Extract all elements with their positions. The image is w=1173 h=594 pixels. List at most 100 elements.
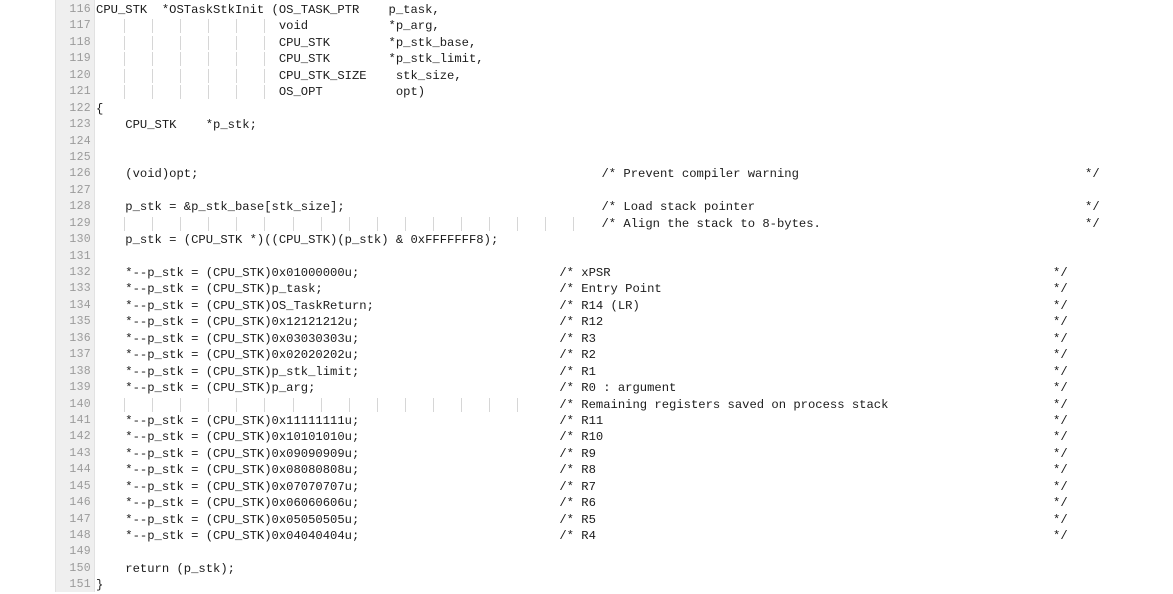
code-comment-terminator: */ <box>1085 167 1100 182</box>
code-comment: /* Remaining registers saved on process … <box>559 397 889 412</box>
indent-guide-tick <box>320 397 322 412</box>
code-line[interactable]: p_stk = (CPU_STK *)((CPU_STK)(p_stk) & 0… <box>96 232 1173 248</box>
code-comment: /* R5 <box>559 512 596 527</box>
code-comment: /* R2 <box>559 348 596 363</box>
code-line[interactable]: *--p_stk = (CPU_STK)p_task; /* Entry Poin… <box>96 281 1173 297</box>
code-comment: /* Align the stack to 8-bytes. <box>601 216 821 231</box>
code-text: *--p_stk = (CPU_STK)0x04040404u; <box>96 529 360 543</box>
indent-guide-tick <box>236 216 238 231</box>
line-number: 138 <box>69 364 91 378</box>
indent-guide-tick <box>489 397 491 412</box>
code-comment: /* R4 <box>559 529 596 543</box>
code-line[interactable]: *--p_stk = (CPU_STK)0x08080808u; /* R8 */ <box>96 462 1173 478</box>
code-line[interactable]: *--p_stk = (CPU_STK)0x12121212u; /* R12 */ <box>96 314 1173 330</box>
code-line[interactable]: p_stk = &p_stk_base[stk_size]; /* Load st… <box>96 199 1173 215</box>
code-text: *--p_stk = (CPU_STK)p_task; <box>96 282 323 297</box>
line-number: 150 <box>69 561 91 575</box>
code-text: CPU_STK *p_stk_base, <box>96 35 477 50</box>
code-comment: /* xPSR <box>559 266 611 280</box>
code-comment-terminator: */ <box>1053 331 1068 346</box>
code-line[interactable]: { <box>96 101 1173 117</box>
line-number: 148 <box>69 529 91 542</box>
code-text: *--p_stk = (CPU_STK)OS_TaskReturn; <box>96 298 374 313</box>
code-line[interactable]: *--p_stk = (CPU_STK)0x10101010u; /* R10 */ <box>96 429 1173 445</box>
code-line[interactable]: *--p_stk = (CPU_STK)0x04040404u; /* R4 */ <box>96 528 1173 544</box>
code-line[interactable]: CPU_STK *p_stk; <box>96 117 1173 133</box>
line-number: 147 <box>69 512 91 526</box>
code-comment: /* R0 : argument <box>559 381 677 396</box>
code-line[interactable]: *--p_stk = (CPU_STK)p_arg; /* R0 : argume… <box>96 380 1173 396</box>
code-line[interactable]: } <box>96 577 1173 593</box>
line-number: 133 <box>69 282 91 296</box>
code-editor[interactable]: 116 117 118 119 120 121 122 123 124 125 126 127 128 1… <box>0 0 1173 592</box>
code-comment-terminator: */ <box>1085 216 1100 231</box>
indent-guide-tick <box>180 397 182 412</box>
code-line[interactable]: (void)opt; /* Prevent compiler warning */ <box>96 166 1173 182</box>
code-line[interactable]: *--p_stk = (CPU_STK)0x06060606u; /* R6 */ <box>96 495 1173 511</box>
code-line[interactable]: *--p_stk = (CPU_STK)OS_TaskReturn; /* R14… <box>96 298 1173 314</box>
code-line[interactable]: *--p_stk = (CPU_STK)0x02020202u; /* R2 */ <box>96 347 1173 363</box>
code-line[interactable]: OS_OPT opt) <box>96 84 1173 100</box>
code-line[interactable]: *--p_stk = (CPU_STK)0x03030303u; /* R3 */ <box>96 331 1173 347</box>
code-comment: /* R8 <box>559 463 596 478</box>
indent-guide-tick <box>517 397 519 412</box>
line-number: 130 <box>69 233 91 247</box>
line-number: 146 <box>69 496 91 510</box>
code-text: (void)opt; <box>96 167 199 182</box>
line-number: 128 <box>69 200 91 214</box>
line-number: 134 <box>69 298 91 312</box>
code-text: { <box>96 101 104 116</box>
code-content-area[interactable]: CPU_STK *OSTaskStkInit (OS_TASK_PTR p_ta… <box>96 2 1173 592</box>
indent-guide-tick <box>348 397 350 412</box>
code-line[interactable]: *--p_stk = (CPU_STK)0x09090909u; /* R9 */ <box>96 446 1173 462</box>
line-number: 142 <box>69 430 91 444</box>
line-number: 121 <box>69 85 91 99</box>
code-line[interactable]: *--p_stk = (CPU_STK)p_stk_limit; /* R1 */ <box>96 364 1173 380</box>
code-comment: /* R12 <box>559 315 604 330</box>
line-number: 136 <box>69 331 91 345</box>
code-line[interactable]: /* Align the stack to 8-bytes. */ <box>96 216 1173 232</box>
code-comment-terminator: */ <box>1085 200 1100 215</box>
code-line[interactable] <box>96 134 1173 150</box>
code-comment-terminator: */ <box>1053 463 1068 478</box>
line-number: 126 <box>69 167 91 181</box>
code-text: OS_OPT opt) <box>96 85 426 100</box>
code-line[interactable] <box>96 544 1173 560</box>
code-comment-terminator: */ <box>1053 446 1068 461</box>
code-text: return (p_stk); <box>96 561 235 576</box>
code-text: p_stk = (CPU_STK *)((CPU_STK)(p_stk) & 0… <box>96 233 499 248</box>
code-text: CPU_STK *p_stk; <box>96 118 257 133</box>
code-line[interactable]: void *p_arg, <box>96 18 1173 34</box>
code-line[interactable]: *--p_stk = (CPU_STK)0x05050505u; /* R5 */ <box>96 512 1173 528</box>
code-line[interactable]: CPU_STK_SIZE stk_size, <box>96 68 1173 84</box>
code-comment-terminator: */ <box>1053 348 1068 363</box>
code-text: *--p_stk = (CPU_STK)0x09090909u; <box>96 446 360 461</box>
code-line[interactable] <box>96 183 1173 199</box>
code-comment: /* R10 <box>559 430 604 445</box>
indent-guide-tick <box>180 216 182 231</box>
code-line[interactable]: *--p_stk = (CPU_STK)0x01000000u; /* xPSR *… <box>96 265 1173 281</box>
code-line[interactable]: CPU_STK *OSTaskStkInit (OS_TASK_PTR p_ta… <box>96 2 1173 18</box>
line-number-gutter: 116 117 118 119 120 121 122 123 124 125 126 127 128 1… <box>55 0 95 592</box>
line-number: 124 <box>69 134 91 148</box>
code-line[interactable] <box>96 150 1173 166</box>
code-line[interactable] <box>96 249 1173 265</box>
code-line[interactable]: return (p_stk); <box>96 561 1173 577</box>
code-comment: /* R7 <box>559 479 596 494</box>
code-line[interactable]: CPU_STK *p_stk_limit, <box>96 51 1173 67</box>
code-line[interactable]: *--p_stk = (CPU_STK)0x11111111u; /* R11 */ <box>96 413 1173 429</box>
indent-guide-tick <box>208 397 210 412</box>
code-text: void *p_arg, <box>96 19 440 34</box>
code-comment: /* Load stack pointer <box>601 200 756 215</box>
indent-guide-tick <box>461 397 463 412</box>
code-line[interactable]: /* Remaining registers saved on process … <box>96 397 1173 413</box>
code-line[interactable]: CPU_STK *p_stk_base, <box>96 35 1173 51</box>
line-number: 143 <box>69 446 91 460</box>
indent-guide-tick <box>236 397 238 412</box>
code-line[interactable]: *--p_stk = (CPU_STK)0x07070707u; /* R7 */ <box>96 479 1173 495</box>
indent-guide-tick <box>461 216 463 231</box>
code-text: *--p_stk = (CPU_STK)0x03030303u; <box>96 331 360 346</box>
indent-guide-tick <box>208 216 210 231</box>
line-number: 122 <box>69 101 91 115</box>
line-number: 141 <box>69 413 91 427</box>
